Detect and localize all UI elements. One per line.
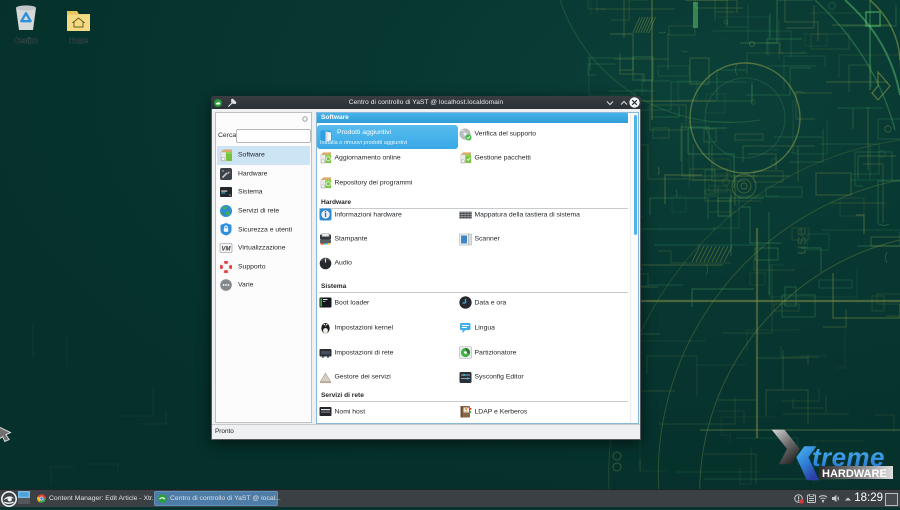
svg-text:Home: Home bbox=[69, 38, 88, 45]
svg-text:HARDWARE: HARDWARE bbox=[822, 468, 887, 480]
svg-text:VM: VM bbox=[222, 247, 232, 253]
svg-text:use: use bbox=[793, 227, 810, 255]
svg-text:Cestino: Cestino bbox=[14, 38, 38, 45]
